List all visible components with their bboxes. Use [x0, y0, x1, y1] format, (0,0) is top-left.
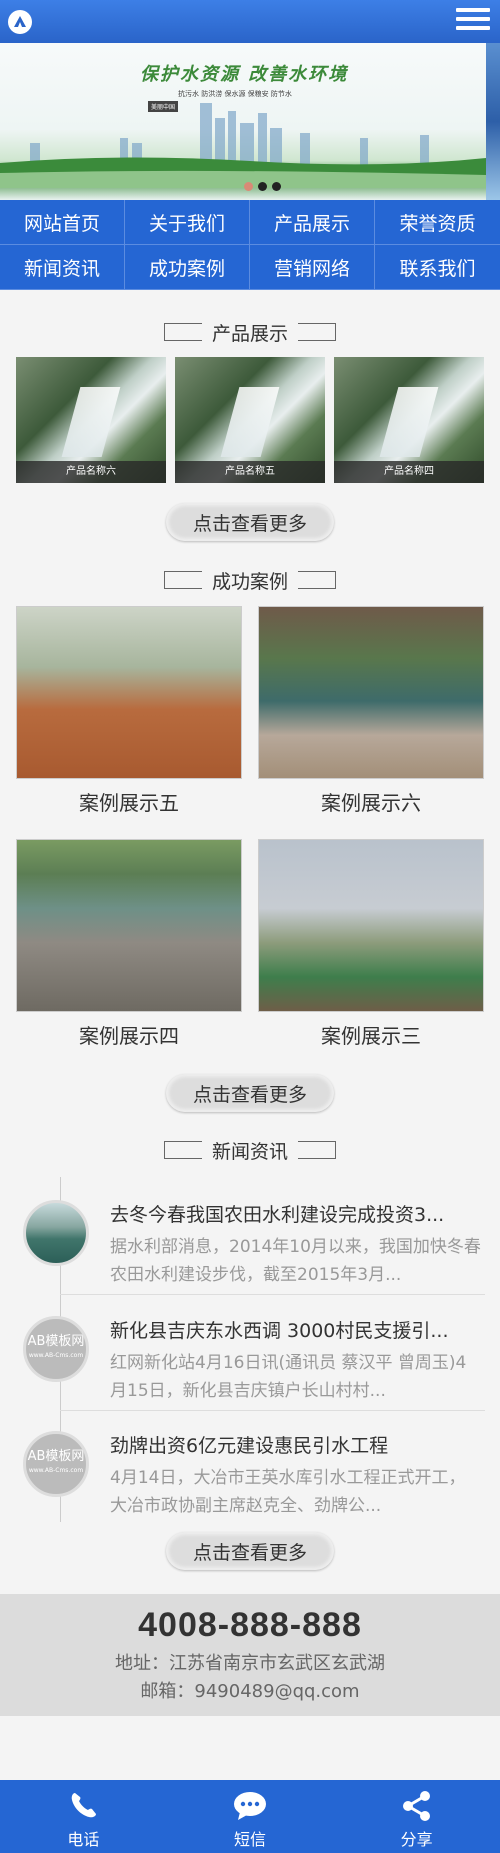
share-icon: [402, 1791, 430, 1821]
product-card[interactable]: 产品名称四: [334, 357, 484, 483]
message-icon: [234, 1792, 266, 1820]
news-title[interactable]: 劲牌出资6亿元建设惠民引水工程: [110, 1431, 482, 1458]
nav-contact[interactable]: 联系我们: [375, 245, 500, 290]
bottom-action-bar: 电话 短信 分享: [0, 1780, 500, 1853]
product-name: 产品名称四: [334, 461, 484, 483]
news-thumbnail: AB模板网 www.AB-Cms.com: [23, 1431, 89, 1497]
nav-about[interactable]: 关于我们: [125, 200, 250, 245]
nav-news[interactable]: 新闻资讯: [0, 245, 125, 290]
news-item[interactable]: AB模板网 www.AB-Cms.com 新化县吉庆东水西调 3000村民支援引.…: [0, 1296, 500, 1411]
case-image: [258, 606, 484, 779]
nav-cases[interactable]: 成功案例: [125, 245, 250, 290]
share-button[interactable]: 分享: [333, 1780, 500, 1853]
case-name: 案例展示四: [79, 1024, 179, 1048]
case-card[interactable]: 案例展示四: [16, 839, 242, 1049]
news-more-button[interactable]: 点击查看更多: [166, 1532, 334, 1570]
news-summary: 4月14日，大冶市王英水库引水工程正式开工，大冶市政协副主席赵克全、劲牌公...: [110, 1468, 466, 1516]
section-title-text: 产品展示: [211, 322, 288, 345]
phone-label: 电话: [67, 1830, 100, 1849]
logo-icon: [14, 16, 26, 27]
case-name: 案例展示五: [79, 791, 179, 815]
products-more-button[interactable]: 点击查看更多: [166, 503, 334, 541]
nav-home[interactable]: 网站首页: [0, 200, 125, 245]
slider-dot[interactable]: [258, 182, 267, 191]
news-item[interactable]: 去冬今春我国农田水利建设完成投资3... 据水利部消息，2014年10月以来，我…: [0, 1180, 500, 1295]
address-text: 地址：江苏省南京市玄武区玄武湖: [115, 1653, 385, 1674]
logo[interactable]: [8, 10, 32, 34]
phone-icon: [72, 1793, 97, 1818]
news-title[interactable]: 去冬今春我国农田水利建设完成投资3...: [110, 1200, 482, 1227]
case-image: [258, 839, 484, 1012]
nav-network[interactable]: 营销网络: [250, 245, 375, 290]
city-skyline-illustration: [0, 103, 486, 188]
message-button[interactable]: 短信: [167, 1780, 334, 1853]
case-name: 案例展示六: [321, 791, 421, 815]
news-title[interactable]: 新化县吉庆东水西调 3000村民支援引...: [110, 1316, 482, 1343]
product-card[interactable]: 产品名称五: [175, 357, 325, 483]
product-name: 产品名称五: [175, 461, 325, 483]
email-text: 邮箱：9490489@qq.com: [140, 1681, 360, 1702]
case-card[interactable]: 案例展示五: [16, 606, 242, 816]
message-label: 短信: [234, 1830, 267, 1849]
case-card[interactable]: 案例展示六: [258, 606, 484, 816]
nav-honors[interactable]: 荣誉资质: [375, 200, 500, 245]
case-image: [16, 839, 242, 1012]
news-summary: 据水利部消息，2014年10月以来，我国加快冬春农田水利建设步伐，截至2015年…: [110, 1237, 481, 1285]
news-summary: 红网新化站4月16日讯(通讯员 蔡汉平 曾周玉)4月15日，新化县吉庆镇户长山村…: [110, 1353, 467, 1401]
case-image: [16, 606, 242, 779]
phone-button[interactable]: 电话: [0, 1780, 167, 1853]
section-title-news: 新闻资讯: [0, 1136, 500, 1164]
section-title-text: 成功案例: [211, 570, 288, 593]
section-title-cases: 成功案例: [0, 566, 500, 594]
menu-icon[interactable]: [456, 8, 490, 34]
news-thumbnail: AB模板网 www.AB-Cms.com: [23, 1316, 89, 1382]
slider-dots: [244, 176, 286, 195]
banner-next-slide: [486, 43, 500, 200]
slider-dot[interactable]: [272, 182, 281, 191]
share-label: 分享: [400, 1830, 433, 1849]
main-nav: 网站首页 关于我们 产品展示 荣誉资质 新闻资讯 成功案例 营销网络 联系我们: [0, 200, 500, 290]
news-thumbnail: [23, 1200, 89, 1266]
hotline-number[interactable]: 4008-888-888: [0, 1606, 500, 1645]
news-item[interactable]: AB模板网 www.AB-Cms.com 劲牌出资6亿元建设惠民引水工程 4月14…: [0, 1411, 500, 1526]
section-title-products: 产品展示: [0, 318, 500, 346]
nav-products[interactable]: 产品展示: [250, 200, 375, 245]
case-name: 案例展示三: [321, 1024, 421, 1048]
product-card[interactable]: 产品名称六: [16, 357, 166, 483]
product-name: 产品名称六: [16, 461, 166, 483]
contact-info: 4008-888-888 地址：江苏省南京市玄武区玄武湖 邮箱：9490489@…: [0, 1594, 500, 1716]
section-title-text: 新闻资讯: [211, 1140, 288, 1163]
case-card[interactable]: 案例展示三: [258, 839, 484, 1049]
slider-dot[interactable]: [244, 182, 253, 191]
cases-more-button[interactable]: 点击查看更多: [166, 1074, 334, 1112]
header: [0, 0, 500, 43]
